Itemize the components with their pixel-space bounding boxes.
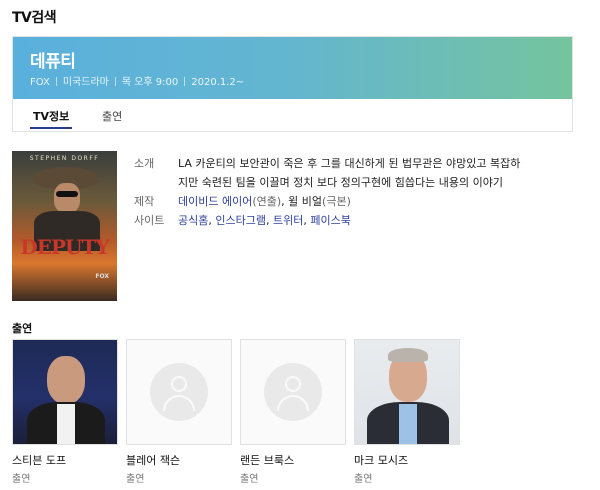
cast-name[interactable]: 랜든 브룩스	[240, 452, 346, 468]
cast-hair	[388, 348, 428, 362]
site-label: 사이트	[134, 214, 165, 227]
poster-title-text: DEPUTY	[20, 235, 109, 259]
synopsis-text: LA 카운티의 보안관이 죽은 후 그를 대신하게 된 법무관은 야망있고 복잡…	[178, 154, 574, 192]
production-value: 데이비드 에이어(연출), 윌 비얼(극본)	[178, 192, 574, 211]
cast-face	[47, 356, 85, 404]
cast-role: 출연	[12, 474, 31, 485]
cast-name[interactable]: 블레어 잭슨	[126, 452, 232, 468]
director-link[interactable]: 데이비드 에이어	[178, 195, 252, 208]
cast-member[interactable]: 블레어 잭슨 출연	[126, 339, 232, 485]
meta-divider	[55, 77, 57, 86]
show-schedule: 목 오후 9:00	[121, 77, 179, 88]
cast-shirt	[399, 404, 417, 444]
active-tab-indicator	[30, 127, 72, 129]
poster-network-text: FOX	[95, 273, 109, 280]
site-link-twitter[interactable]: 트위터	[273, 214, 303, 227]
cast-member[interactable]: 랜든 브룩스 출연	[240, 339, 346, 485]
cast-role: 출연	[126, 474, 145, 485]
cast-role: 출연	[240, 474, 259, 485]
cast-photo-placeholder[interactable]	[240, 339, 346, 445]
synopsis-label: 소개	[134, 157, 155, 170]
cast-photo[interactable]	[354, 339, 460, 445]
director-role: (연출)	[252, 195, 282, 208]
show-card: 데퓨티 FOX 미국드라마 목 오후 9:00 2020.1.2~ TV정보 출연	[12, 36, 573, 132]
cast-section-title: 출연	[12, 322, 33, 335]
cast-shirt	[57, 404, 75, 444]
synopsis-row: 소개 LA 카운티의 보안관이 죽은 후 그를 대신하게 된 법무관은 야망있고…	[134, 154, 574, 192]
person-icon-head	[171, 376, 187, 392]
show-network: FOX	[30, 77, 50, 88]
tab-cast[interactable]: 출연	[102, 108, 122, 124]
synopsis-line-1: LA 카운티의 보안관이 죽은 후 그를 대신하게 된 법무관은 야망있고 복잡…	[178, 157, 521, 170]
writer-name: 윌 비얼	[288, 195, 323, 208]
poster-face	[54, 183, 80, 213]
tab-bar: TV정보 출연	[13, 99, 572, 131]
tab-tv-info[interactable]: TV정보	[33, 108, 69, 124]
person-icon-head	[285, 376, 301, 392]
section-title: TV검색	[12, 10, 57, 26]
cast-photo-placeholder[interactable]	[126, 339, 232, 445]
show-poster[interactable]: STEPHEN DORFF DEPUTY FOX	[12, 151, 117, 301]
production-row: 제작 데이비드 에이어(연출), 윌 비얼(극본)	[134, 192, 574, 211]
site-link-facebook[interactable]: 페이스북	[310, 214, 350, 227]
meta-divider	[114, 77, 116, 86]
person-icon	[264, 363, 322, 421]
show-info: 소개 LA 카운티의 보안관이 죽은 후 그를 대신하게 된 법무관은 야망있고…	[134, 154, 574, 230]
site-link-instagram[interactable]: 인스타그램	[215, 214, 266, 227]
poster-top-text: STEPHEN DORFF	[29, 155, 100, 162]
writer-role: (극본)	[322, 195, 351, 208]
show-banner: 데퓨티 FOX 미국드라마 목 오후 9:00 2020.1.2~	[13, 37, 572, 99]
show-premiere: 2020.1.2~	[191, 77, 245, 88]
meta-divider	[184, 77, 186, 86]
cast-role: 출연	[354, 474, 373, 485]
show-meta: FOX 미국드라마 목 오후 9:00 2020.1.2~	[30, 73, 244, 88]
show-genre: 미국드라마	[62, 77, 109, 88]
cast-photo[interactable]	[12, 339, 118, 445]
poster-sunglasses	[56, 191, 78, 197]
site-row: 사이트 공식홈, 인스타그램, 트위터, 페이스북	[134, 211, 574, 230]
cast-member[interactable]: 스티븐 도프 출연	[12, 339, 118, 485]
show-title[interactable]: 데퓨티	[30, 47, 76, 72]
cast-member[interactable]: 마크 모시즈 출연	[354, 339, 460, 485]
site-links: 공식홈, 인스타그램, 트위터, 페이스북	[178, 214, 351, 227]
production-label: 제작	[134, 195, 155, 208]
cast-name[interactable]: 스티븐 도프	[12, 452, 118, 468]
cast-name[interactable]: 마크 모시즈	[354, 452, 460, 468]
site-link-official[interactable]: 공식홈	[178, 214, 208, 227]
synopsis-line-2: 지만 숙련된 팀을 이끌며 정치 보다 정의구현에 힘씁다는 내용의 이야기	[178, 176, 503, 189]
person-icon	[150, 363, 208, 421]
